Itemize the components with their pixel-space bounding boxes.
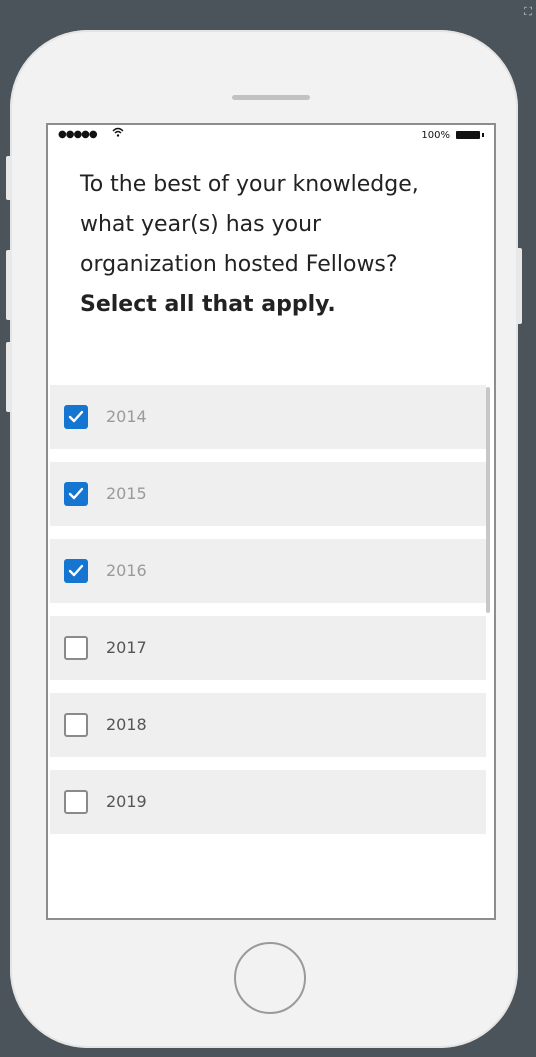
- battery-icon: [456, 131, 484, 139]
- option-label: 2016: [106, 561, 147, 580]
- wifi-icon: [112, 126, 124, 140]
- option-2016[interactable]: 2016: [50, 539, 486, 603]
- status-bar: ●●●●● 100%: [48, 125, 494, 145]
- checkbox[interactable]: [64, 713, 88, 737]
- checkbox[interactable]: [64, 790, 88, 814]
- battery-percentage: 100%: [421, 130, 450, 141]
- home-button[interactable]: [234, 942, 306, 1014]
- option-2014[interactable]: 2014: [50, 385, 486, 449]
- option-label: 2014: [106, 407, 147, 426]
- phone-frame: ●●●●● 100% To the best of your knowledge…: [6, 30, 522, 1048]
- checkbox[interactable]: [64, 405, 88, 429]
- option-2015[interactable]: 2015: [50, 462, 486, 526]
- question-text: To the best of your knowledge, what year…: [80, 165, 460, 325]
- scrollbar[interactable]: [486, 387, 490, 613]
- option-label: 2018: [106, 715, 147, 734]
- checkbox[interactable]: [64, 482, 88, 506]
- check-icon: [68, 410, 84, 423]
- option-label: 2019: [106, 792, 147, 811]
- side-button-volume-up: [6, 250, 12, 320]
- options-list: 2014 2015 2016 2017 2018 2019: [50, 385, 486, 847]
- option-label: 2015: [106, 484, 147, 503]
- check-icon: [68, 564, 84, 577]
- side-button-volume-down: [6, 342, 12, 412]
- question-prompt: To the best of your knowledge, what year…: [80, 172, 419, 277]
- side-button-power: [516, 248, 522, 324]
- speaker-grille: [232, 95, 310, 100]
- option-2019[interactable]: 2019: [50, 770, 486, 834]
- signal-indicator: ●●●●●: [58, 129, 98, 140]
- side-button-mute: [6, 156, 12, 200]
- phone-screen: ●●●●● 100% To the best of your knowledge…: [46, 123, 496, 920]
- checkbox[interactable]: [64, 559, 88, 583]
- checkbox[interactable]: [64, 636, 88, 660]
- question-instruction: Select all that apply.: [80, 292, 336, 317]
- selection-icon: ⛶: [524, 5, 532, 18]
- option-label: 2017: [106, 638, 147, 657]
- option-2018[interactable]: 2018: [50, 693, 486, 757]
- check-icon: [68, 487, 84, 500]
- option-2017[interactable]: 2017: [50, 616, 486, 680]
